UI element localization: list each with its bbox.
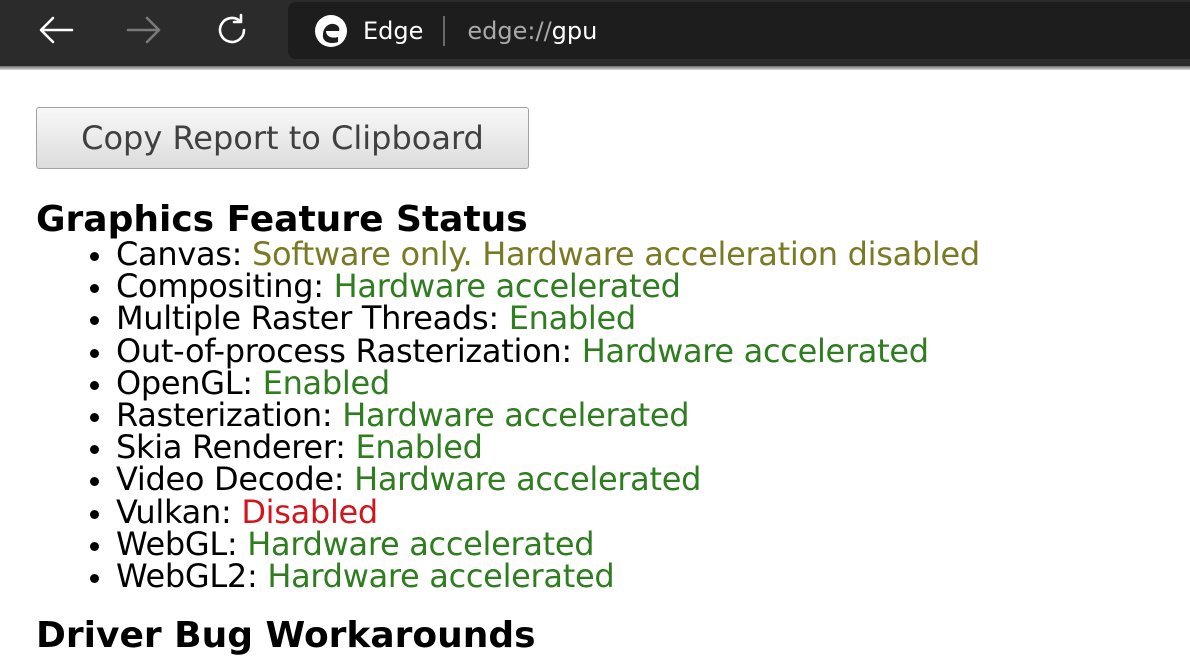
url-scheme: edge:// (467, 16, 552, 45)
bullet-icon (90, 412, 99, 422)
feature-item: OpenGL: Enabled (86, 365, 980, 401)
copy-report-button[interactable]: Copy Report to Clipboard (36, 107, 529, 169)
back-button[interactable] (29, 6, 83, 54)
section-title-driver-bug-workarounds: Driver Bug Workarounds (36, 615, 536, 656)
feature-item: Video Decode: Hardware accelerated (86, 461, 980, 497)
feature-item: WebGL2: Hardware accelerated (86, 558, 980, 594)
bullet-icon (90, 445, 99, 455)
refresh-icon (218, 13, 246, 44)
bullet-icon (90, 252, 99, 261)
edge-logo-icon (315, 14, 347, 47)
back-arrow-icon (39, 16, 74, 44)
toolbar-divider (0, 66, 1190, 70)
url-host: gpu (551, 16, 598, 45)
site-name: Edge (363, 16, 424, 45)
bullet-icon (90, 284, 99, 294)
feature-item: Out-of-process Rasterization: Hardware a… (86, 332, 980, 369)
bullet-icon (90, 348, 99, 358)
forward-button[interactable] (117, 6, 171, 54)
address-bar[interactable]: Edge edge://gpu (288, 2, 1190, 59)
bullet-icon (90, 509, 99, 519)
bullet-icon (90, 573, 99, 583)
feature-item: Multiple Raster Threads: Enabled (86, 300, 980, 336)
bullet-icon (90, 477, 99, 487)
feature-item: Compositing: Hardware accelerated (86, 268, 980, 304)
bullet-icon (90, 316, 99, 326)
feature-item: Rasterization: Hardware accelerated (86, 397, 980, 433)
feature-status-list: Canvas: Software only. Hardware accelera… (86, 236, 980, 594)
feature-item: Canvas: Software only. Hardware accelera… (86, 236, 980, 272)
feature-item: Skia Renderer: Enabled (86, 429, 980, 465)
forward-arrow-icon (126, 16, 161, 44)
feature-item: WebGL: Hardware accelerated (86, 526, 980, 562)
feature-status: Hardware accelerated (267, 556, 615, 595)
feature-item: Vulkan: Disabled (86, 493, 980, 530)
bullet-icon (90, 541, 99, 551)
refresh-button[interactable] (205, 6, 259, 54)
address-divider (443, 15, 446, 46)
feature-name: WebGL2 (116, 556, 247, 595)
browser-toolbar: Edge edge://gpu (0, 0, 1190, 66)
url-text[interactable]: edge://gpu (467, 17, 597, 45)
bullet-icon (90, 380, 99, 390)
